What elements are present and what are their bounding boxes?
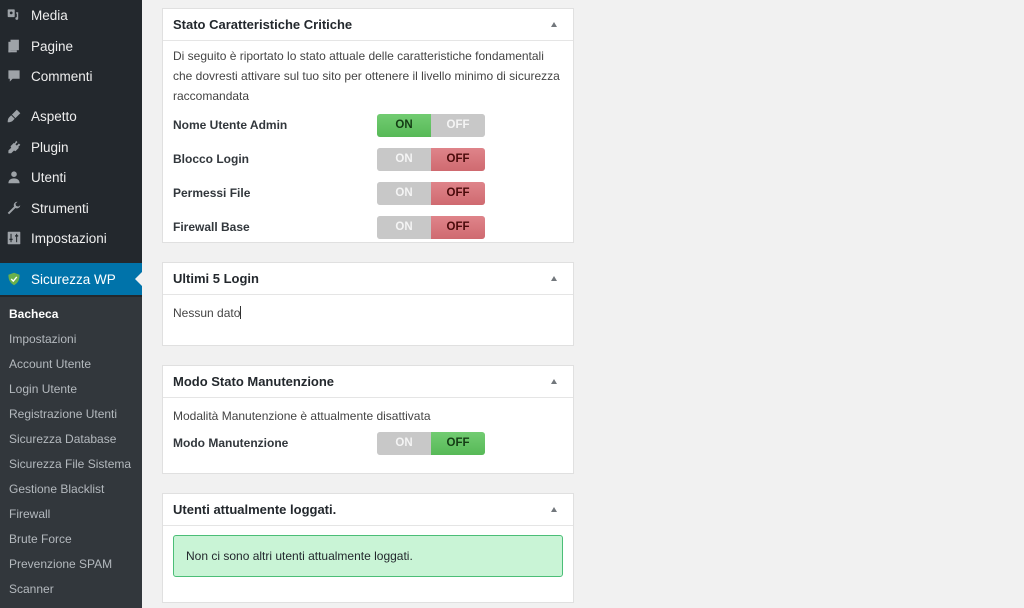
- switch-off[interactable]: OFF: [431, 113, 485, 137]
- collapse-arrow-icon[interactable]: [551, 507, 557, 512]
- menu-item-label: Sicurezza WP: [31, 271, 116, 287]
- last-logins-panel: Ultimi 5 Login Nessun dato: [162, 262, 574, 346]
- menu-item-label: Utenti: [31, 169, 67, 185]
- submenu-item-sicurezza-database[interactable]: Sicurezza Database: [9, 432, 116, 446]
- panel-title: Stato Caratteristiche Critiche: [173, 17, 353, 32]
- shield-icon: [7, 272, 21, 286]
- plugin-icon: [7, 140, 21, 154]
- submenu-item-firewall[interactable]: Firewall: [9, 507, 50, 521]
- tools-icon: [7, 201, 21, 215]
- comments-icon: [7, 69, 21, 83]
- pages-icon: [7, 39, 21, 53]
- maintenance-panel: Modo Stato Manutenzione Modalità Manuten…: [162, 365, 574, 474]
- menu-item-plugin[interactable]: Plugin: [0, 132, 142, 162]
- feature-label: Firewall Base: [173, 220, 250, 234]
- menu-item-label: Impostazioni: [31, 230, 107, 246]
- switch-off[interactable]: OFF: [431, 431, 485, 455]
- critical-features-panel: Stato Caratteristiche Critiche Di seguit…: [162, 8, 574, 243]
- switch-on[interactable]: ON: [377, 147, 431, 171]
- submenu: Bacheca Impostazioni Account Utente Logi…: [0, 297, 142, 608]
- submenu-item-bacheca[interactable]: Bacheca: [9, 307, 58, 321]
- submenu-item-impostazioni[interactable]: Impostazioni: [9, 332, 76, 346]
- feature-label: Nome Utente Admin: [173, 118, 288, 132]
- appearance-icon: [7, 109, 21, 123]
- submenu-item-sicurezza-file-sistema[interactable]: Sicurezza File Sistema: [9, 457, 131, 471]
- menu-item-settings[interactable]: Impostazioni: [0, 223, 142, 253]
- menu-item-label: Plugin: [31, 139, 69, 155]
- switch-on[interactable]: ON: [377, 113, 431, 137]
- success-notice: Non ci sono altri utenti attualmente log…: [173, 535, 563, 577]
- feature-row-file-permissions: Permessi File ON OFF: [173, 176, 563, 210]
- panel-title: Utenti attualmente loggati.: [173, 502, 337, 517]
- notice-text: Non ci sono altri utenti attualmente log…: [186, 549, 413, 563]
- maintenance-switch[interactable]: ON OFF: [377, 431, 485, 455]
- panel-title: Modo Stato Manutenzione: [173, 374, 335, 389]
- menu-item-label: Pagine: [31, 38, 74, 54]
- active-indicator: [135, 272, 142, 286]
- login-lockdown-switch[interactable]: ON OFF: [377, 147, 485, 171]
- logged-users-panel: Utenti attualmente loggati. Non ci sono …: [162, 493, 574, 603]
- submenu-item-login-utente[interactable]: Login Utente: [9, 382, 77, 396]
- switch-on[interactable]: ON: [377, 431, 431, 455]
- menu-item-label: Commenti: [31, 68, 93, 84]
- maintenance-status-text: Modalità Manutenzione è attualmente disa…: [173, 409, 431, 423]
- switch-on[interactable]: ON: [377, 215, 431, 239]
- submenu-item-gestione-blacklist[interactable]: Gestione Blacklist: [9, 482, 104, 496]
- submenu-item-registrazione-utenti[interactable]: Registrazione Utenti: [9, 407, 117, 421]
- menu-item-appearance[interactable]: Aspetto: [0, 101, 142, 131]
- users-icon: [7, 170, 21, 184]
- panel-header[interactable]: Stato Caratteristiche Critiche: [163, 9, 573, 41]
- panel-header[interactable]: Modo Stato Manutenzione: [163, 366, 573, 398]
- collapse-arrow-icon[interactable]: [551, 276, 557, 281]
- submenu-item-prevenzione-spam[interactable]: Prevenzione SPAM: [9, 557, 112, 571]
- collapse-arrow-icon[interactable]: [551, 22, 557, 27]
- submenu-item-scanner[interactable]: Scanner: [9, 582, 54, 596]
- feature-label: Blocco Login: [173, 152, 249, 166]
- menu-item-label: Strumenti: [31, 200, 89, 216]
- switch-on[interactable]: ON: [377, 181, 431, 205]
- switch-off[interactable]: OFF: [431, 215, 485, 239]
- panel-header[interactable]: Ultimi 5 Login: [163, 263, 573, 295]
- basic-firewall-switch[interactable]: ON OFF: [377, 215, 485, 239]
- menu-item-sicurezza-wp[interactable]: Sicurezza WP: [0, 263, 142, 295]
- feature-label: Modo Manutenzione: [173, 436, 289, 450]
- settings-icon: [7, 231, 21, 245]
- maintenance-row: Modo Manutenzione ON OFF: [173, 426, 563, 460]
- collapse-arrow-icon[interactable]: [551, 379, 557, 384]
- feature-row-admin-username: Nome Utente Admin ON OFF: [173, 108, 563, 142]
- menu-item-pages[interactable]: Pagine: [0, 31, 142, 61]
- feature-label: Permessi File: [173, 186, 251, 200]
- feature-row-basic-firewall: Firewall Base ON OFF: [173, 210, 563, 244]
- submenu-item-brute-force[interactable]: Brute Force: [9, 532, 72, 546]
- panel-description: Di seguito è riportato lo stato attuale …: [173, 49, 560, 103]
- file-permissions-switch[interactable]: ON OFF: [377, 181, 485, 205]
- menu-item-comments[interactable]: Commenti: [0, 61, 142, 91]
- feature-row-login-lockdown: Blocco Login ON OFF: [173, 142, 563, 176]
- switch-off[interactable]: OFF: [431, 181, 485, 205]
- media-icon: [7, 8, 21, 22]
- menu-item-label: Media: [31, 7, 68, 23]
- menu-item-media[interactable]: Media: [0, 0, 142, 30]
- menu-item-tools[interactable]: Strumenti: [0, 193, 142, 223]
- no-data-text: Nessun dato: [173, 306, 241, 320]
- submenu-item-account-utente[interactable]: Account Utente: [9, 357, 91, 371]
- panel-title: Ultimi 5 Login: [173, 271, 259, 286]
- admin-username-switch[interactable]: ON OFF: [377, 113, 485, 137]
- menu-item-label: Aspetto: [31, 108, 77, 124]
- switch-off[interactable]: OFF: [431, 147, 485, 171]
- text-cursor: [240, 306, 242, 319]
- admin-sidebar: Media Pagine Commenti Aspetto Plugin Ute…: [0, 0, 142, 608]
- panel-header[interactable]: Utenti attualmente loggati.: [163, 494, 573, 526]
- menu-item-users[interactable]: Utenti: [0, 162, 142, 192]
